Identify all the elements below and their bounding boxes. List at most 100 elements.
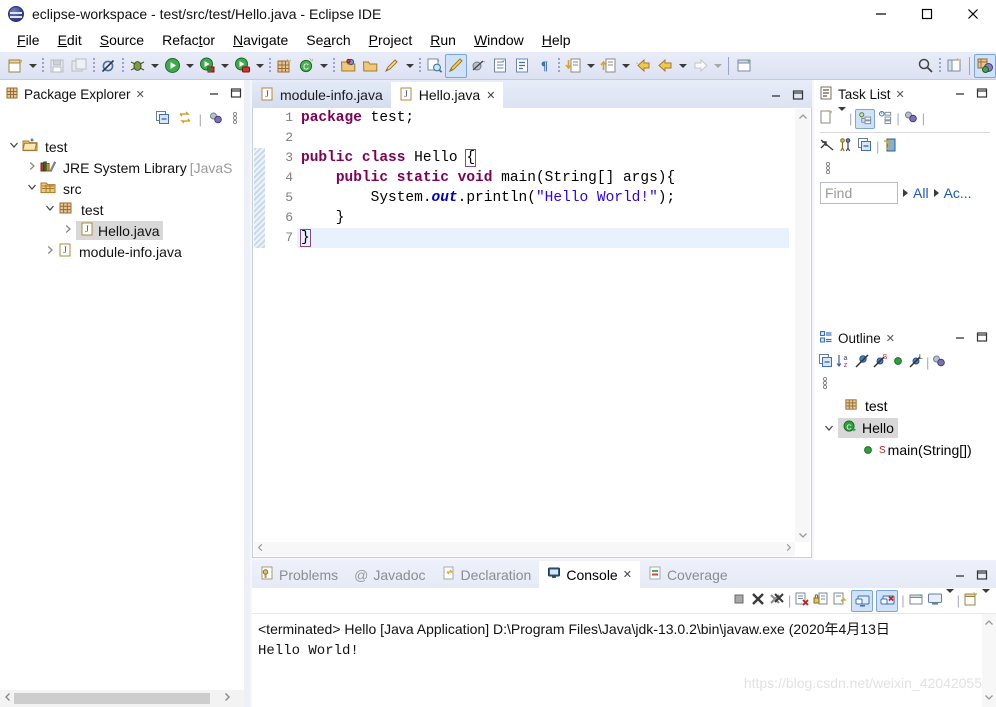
restore-tasks-icon[interactable] bbox=[882, 137, 898, 156]
minimize-icon[interactable] bbox=[208, 87, 220, 102]
code-line[interactable]: } bbox=[297, 208, 789, 228]
menu-run[interactable]: Run bbox=[421, 30, 465, 50]
code-line[interactable]: public static void main(String[] args){ bbox=[297, 168, 789, 188]
run-icon[interactable] bbox=[161, 54, 183, 78]
maximize-icon[interactable] bbox=[792, 89, 804, 104]
close-icon[interactable]: ✕ bbox=[486, 89, 495, 102]
outline-item-test-package[interactable]: test bbox=[814, 395, 996, 417]
run-dropdown-icon[interactable] bbox=[183, 54, 196, 78]
view-options-icon[interactable] bbox=[230, 110, 240, 129]
scrollbar-thumb[interactable] bbox=[267, 544, 782, 554]
hide-fields-icon[interactable] bbox=[854, 353, 870, 372]
tree-item-jre-system-library[interactable]: JRE System Library [JavaS bbox=[0, 157, 250, 178]
run-external-dropdown-icon[interactable] bbox=[218, 54, 231, 78]
run-external-tools-icon[interactable] bbox=[196, 54, 218, 78]
collapse-all-icon[interactable] bbox=[818, 353, 834, 372]
open-task-icon[interactable] bbox=[359, 54, 381, 78]
editor-tab-hello[interactable]: J Hello.java ✕ bbox=[390, 82, 504, 108]
menu-file[interactable]: FFileile bbox=[8, 30, 49, 50]
editor-vertical-scrollbar[interactable] bbox=[795, 109, 810, 542]
minimize-icon[interactable] bbox=[954, 87, 966, 102]
show-whitespace-icon[interactable] bbox=[511, 54, 533, 78]
show-console-on-output-icon[interactable] bbox=[851, 589, 874, 612]
debug-icon[interactable] bbox=[126, 54, 148, 78]
toggle-breadcrumb-icon[interactable] bbox=[97, 54, 119, 78]
collapse-all-icon[interactable] bbox=[857, 137, 873, 156]
menu-navigate[interactable]: Navigate bbox=[224, 30, 297, 50]
chevron-right-icon[interactable] bbox=[60, 224, 76, 237]
tab-console[interactable]: Console ✕ bbox=[539, 561, 640, 588]
scroll-left-icon[interactable] bbox=[256, 543, 265, 555]
chevron-right-icon[interactable] bbox=[24, 161, 40, 174]
forward-icon[interactable] bbox=[689, 54, 711, 78]
next-annotation-dropdown-icon[interactable] bbox=[584, 54, 597, 78]
scheduled-presentation-icon[interactable] bbox=[878, 110, 893, 128]
remove-launch-icon[interactable] bbox=[750, 591, 766, 610]
view-options-icon[interactable] bbox=[819, 160, 833, 179]
scroll-left-icon[interactable] bbox=[0, 692, 13, 705]
outline-selected-wrap[interactable]: C Hello bbox=[838, 418, 898, 438]
code-editor[interactable]: package test; public class Hello { publi… bbox=[297, 108, 789, 543]
chevron-down-icon[interactable] bbox=[6, 140, 22, 153]
tree-item-test-package[interactable]: test bbox=[0, 199, 250, 220]
maximize-button[interactable] bbox=[904, 0, 950, 28]
new-task-icon[interactable] bbox=[819, 109, 835, 128]
menu-window[interactable]: Window bbox=[465, 30, 533, 50]
link-with-editor-icon[interactable] bbox=[177, 110, 193, 129]
scroll-lock-icon[interactable] bbox=[813, 591, 829, 610]
tab-coverage[interactable]: Coverage bbox=[640, 561, 736, 588]
tree-item-hello-java[interactable]: J Hello.java bbox=[0, 220, 250, 241]
scrollbar-thumb[interactable] bbox=[14, 693, 210, 704]
coverage-dropdown-icon[interactable] bbox=[253, 54, 266, 78]
new-wizard-icon[interactable] bbox=[4, 54, 26, 78]
chevron-right-icon[interactable] bbox=[903, 189, 908, 197]
code-line[interactable]: System.out.println("Hello World!"); bbox=[297, 188, 789, 208]
word-wrap-icon[interactable] bbox=[832, 591, 848, 610]
tab-outline[interactable]: Outline ✕ bbox=[814, 324, 901, 350]
quick-fix-dropdown-icon[interactable] bbox=[403, 54, 416, 78]
collapse-all-icon[interactable] bbox=[155, 110, 171, 129]
remove-all-terminated-icon[interactable] bbox=[769, 591, 785, 610]
synchronize-changed-icon[interactable] bbox=[819, 137, 835, 156]
categorized-presentation-icon[interactable] bbox=[855, 108, 876, 129]
search-icon[interactable] bbox=[914, 54, 936, 78]
outline-item-hello-class[interactable]: C Hello bbox=[814, 417, 996, 439]
show-console-on-error-icon[interactable] bbox=[876, 589, 899, 612]
new-wizard-dropdown-icon[interactable] bbox=[26, 54, 39, 78]
next-annotation-icon[interactable] bbox=[562, 54, 584, 78]
minimize-button[interactable] bbox=[858, 0, 904, 28]
menu-project[interactable]: Project bbox=[360, 30, 422, 50]
sash-left[interactable] bbox=[244, 80, 250, 707]
menu-help[interactable]: Help bbox=[533, 30, 580, 50]
scroll-right-icon[interactable] bbox=[784, 543, 793, 555]
menu-edit[interactable]: Edit bbox=[49, 30, 91, 50]
pin-console-icon[interactable] bbox=[908, 591, 924, 610]
coverage-icon[interactable] bbox=[231, 54, 253, 78]
scroll-up-icon[interactable] bbox=[795, 109, 810, 124]
clear-console-icon[interactable] bbox=[794, 591, 810, 610]
new-java-package-icon[interactable] bbox=[273, 54, 295, 78]
chevron-right-icon[interactable] bbox=[42, 245, 58, 258]
close-icon[interactable]: ✕ bbox=[896, 88, 905, 101]
close-icon[interactable]: ✕ bbox=[136, 88, 145, 101]
show-task-hierarchy-icon[interactable] bbox=[838, 137, 854, 156]
scroll-down-icon[interactable] bbox=[795, 527, 810, 542]
sort-alphabetically-icon[interactable]: az bbox=[836, 353, 852, 372]
scroll-up-icon[interactable] bbox=[982, 614, 996, 631]
hide-static-members-icon[interactable]: S bbox=[872, 353, 888, 372]
editor-horizontal-scrollbar[interactable] bbox=[254, 542, 795, 556]
new-task-dropdown-icon[interactable] bbox=[838, 107, 846, 126]
console-vertical-scrollbar[interactable] bbox=[982, 614, 996, 707]
hide-local-types-icon[interactable]: L bbox=[908, 353, 924, 372]
terminate-icon[interactable] bbox=[731, 591, 747, 610]
close-button[interactable] bbox=[950, 0, 996, 28]
maximize-icon[interactable] bbox=[976, 87, 988, 102]
close-icon[interactable]: ✕ bbox=[623, 568, 632, 581]
new-class-dropdown-icon[interactable] bbox=[317, 54, 330, 78]
hide-non-public-icon[interactable] bbox=[890, 353, 906, 372]
java-perspective-icon[interactable] bbox=[974, 53, 996, 78]
open-console-dropdown-icon[interactable] bbox=[982, 589, 990, 608]
tree-item-test-project[interactable]: test bbox=[0, 136, 250, 157]
code-line[interactable]: public class Hello { bbox=[297, 148, 789, 168]
open-perspective-icon[interactable] bbox=[943, 54, 965, 78]
